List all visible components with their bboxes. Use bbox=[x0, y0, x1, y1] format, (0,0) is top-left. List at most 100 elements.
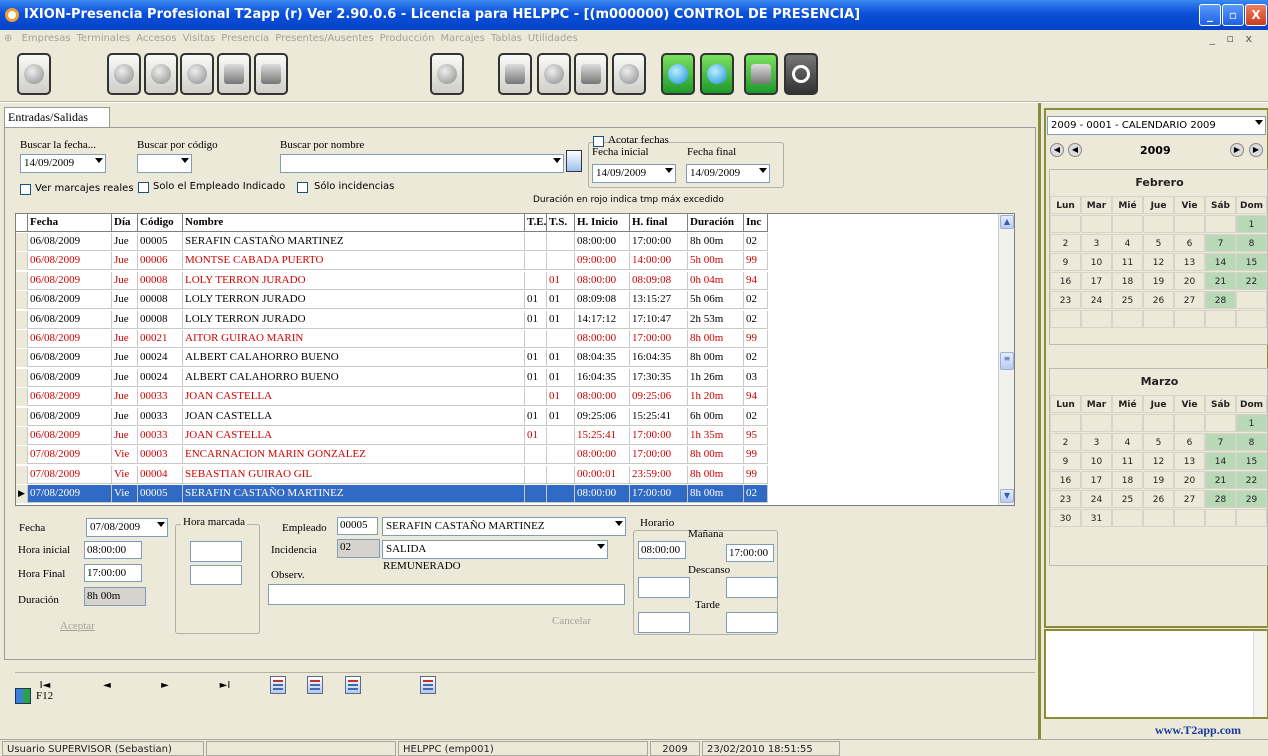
calendar-day[interactable]: 1 bbox=[1236, 414, 1267, 432]
hora-inicial-input[interactable]: 08:00:00 bbox=[84, 541, 142, 559]
calendar-day[interactable]: 29 bbox=[1236, 490, 1267, 508]
prev-year-icon[interactable]: ◀ bbox=[1050, 143, 1064, 157]
calendar-day[interactable]: 2 bbox=[1050, 234, 1081, 252]
calendar-day[interactable]: 21 bbox=[1205, 471, 1236, 489]
calendar-day[interactable]: 7 bbox=[1205, 234, 1236, 252]
tarde-inicio[interactable] bbox=[638, 612, 690, 633]
hora-final-input[interactable]: 17:00:00 bbox=[84, 564, 142, 582]
calendar-day[interactable]: 27 bbox=[1174, 291, 1205, 309]
grid-header-fecha[interactable]: Fecha bbox=[28, 214, 112, 232]
calendar-day[interactable]: 18 bbox=[1112, 471, 1143, 489]
toolbar-clock-button[interactable] bbox=[612, 53, 646, 95]
buscar-fecha-combo[interactable]: 14/09/2009 bbox=[20, 154, 106, 173]
calendar-day[interactable]: 25 bbox=[1112, 291, 1143, 309]
calendar-day[interactable]: 6 bbox=[1174, 234, 1205, 252]
solo-empleado-checkbox[interactable] bbox=[138, 182, 149, 193]
row-indicator[interactable]: ▶ bbox=[16, 485, 28, 504]
tarde-fin[interactable] bbox=[726, 612, 778, 633]
observ-input[interactable] bbox=[268, 584, 625, 605]
calendar-day[interactable]: 19 bbox=[1143, 471, 1174, 489]
calendar-day[interactable]: 3 bbox=[1081, 234, 1112, 252]
calendar-day[interactable]: 23 bbox=[1050, 291, 1081, 309]
calendar-day[interactable]: 22 bbox=[1236, 471, 1267, 489]
hora-marcada-input-2[interactable] bbox=[190, 565, 242, 585]
menu-app-icon[interactable]: ⊕ bbox=[4, 33, 12, 44]
buscar-codigo-combo[interactable] bbox=[137, 154, 192, 173]
table-row[interactable]: 07/08/2009 Vie 00003 ENCARNACION MARIN GONZ… bbox=[16, 446, 768, 465]
calendar-day[interactable]: 11 bbox=[1112, 253, 1143, 271]
row-indicator[interactable] bbox=[16, 446, 28, 465]
solo-incidencias-checkbox[interactable] bbox=[297, 182, 308, 193]
menu-item-4[interactable]: Presencia bbox=[221, 33, 269, 44]
row-indicator[interactable] bbox=[16, 271, 28, 290]
menu-item-2[interactable]: Accesos bbox=[136, 33, 176, 44]
manana-inicio[interactable]: 08:00:00 bbox=[638, 541, 686, 559]
calendar-day[interactable]: 22 bbox=[1236, 272, 1267, 290]
calendar-day[interactable]: 1 bbox=[1236, 215, 1267, 233]
calendar-day[interactable]: 3 bbox=[1081, 433, 1112, 451]
calendar-selector[interactable]: 2009 - 0001 - CALENDARIO 2009 bbox=[1047, 116, 1266, 135]
calendar-day[interactable]: 5 bbox=[1143, 433, 1174, 451]
calendar-day[interactable]: 28 bbox=[1205, 291, 1236, 309]
menu-item-0[interactable]: Empresas bbox=[22, 33, 71, 44]
calc-record-icon[interactable] bbox=[420, 676, 436, 694]
calendar-day[interactable]: 14 bbox=[1205, 452, 1236, 470]
calendar-day[interactable]: 17 bbox=[1081, 471, 1112, 489]
empleado-combo[interactable]: SERAFIN CASTAÑO MARTINEZ bbox=[382, 517, 626, 536]
scroll-up-icon[interactable]: ▲ bbox=[1000, 215, 1014, 229]
calendar-day[interactable]: 24 bbox=[1081, 490, 1112, 508]
calendar-day[interactable]: 13 bbox=[1174, 452, 1205, 470]
grid-header-inc[interactable]: Inc bbox=[744, 214, 768, 232]
calendar-day[interactable]: 10 bbox=[1081, 452, 1112, 470]
detail-fecha-combo[interactable]: 07/08/2009 bbox=[86, 518, 168, 537]
toolbar-person-button[interactable] bbox=[498, 53, 532, 95]
calendar-day[interactable]: 13 bbox=[1174, 253, 1205, 271]
nav-next-button[interactable]: ► bbox=[135, 677, 195, 695]
incidencia-combo[interactable]: SALIDA bbox=[382, 540, 608, 559]
calendar-day[interactable]: 9 bbox=[1050, 452, 1081, 470]
calendar-day[interactable]: 15 bbox=[1236, 253, 1267, 271]
table-row[interactable]: 06/08/2009 Jue 00008 LOLY TERRON JURADO 01 01… bbox=[16, 310, 768, 329]
calendar-day[interactable]: 19 bbox=[1143, 272, 1174, 290]
calendar-day[interactable]: 8 bbox=[1236, 234, 1267, 252]
calendar-day[interactable]: 10 bbox=[1081, 253, 1112, 271]
memo-scrollbar[interactable] bbox=[1253, 631, 1267, 717]
menu-item-6[interactable]: Producción bbox=[380, 33, 435, 44]
row-indicator[interactable] bbox=[16, 233, 28, 251]
calendar-day[interactable]: 23 bbox=[1050, 490, 1081, 508]
table-row[interactable]: 06/08/2009 Jue 00024 ALBERT CALAHORRO BUENO… bbox=[16, 368, 768, 387]
toolbar-globe-button[interactable] bbox=[430, 53, 464, 95]
toolbar-calendar-button[interactable] bbox=[574, 53, 608, 95]
calendar-day[interactable]: 26 bbox=[1143, 490, 1174, 508]
calendar-day[interactable]: 2 bbox=[1050, 433, 1081, 451]
toolbar-power-button[interactable] bbox=[784, 53, 818, 95]
table-row[interactable]: 06/08/2009 Jue 00021 AITOR GUIRAO MARIN 08:0… bbox=[16, 330, 768, 348]
toolbar-info-button[interactable] bbox=[144, 53, 178, 95]
toolbar-card-button[interactable] bbox=[217, 53, 251, 95]
table-row[interactable]: 06/08/2009 Jue 00033 JOAN CASTELLA 01 15:25:4… bbox=[16, 427, 768, 445]
table-row[interactable]: 06/08/2009 Jue 00008 LOLY TERRON JURADO 01 01… bbox=[16, 291, 768, 310]
calendar-day[interactable]: 16 bbox=[1050, 272, 1081, 290]
table-row[interactable]: 06/08/2009 Jue 00024 ALBERT CALAHORRO BUENO… bbox=[16, 349, 768, 368]
menu-item-8[interactable]: Tablas bbox=[491, 33, 522, 44]
table-row[interactable]: 06/08/2009 Jue 00033 JOAN CASTELLA 01 01 09:25… bbox=[16, 407, 768, 426]
grid-header-te[interactable]: T.E. bbox=[525, 214, 547, 232]
next-month-icon[interactable]: ▶ bbox=[1230, 143, 1244, 157]
grid-scrollbar[interactable]: ▲ ≡ ▼ bbox=[998, 214, 1014, 505]
calendar-day[interactable]: 18 bbox=[1112, 272, 1143, 290]
minimize-button[interactable]: _ bbox=[1199, 4, 1221, 26]
calendar-day[interactable]: 4 bbox=[1112, 234, 1143, 252]
calendar-day[interactable]: 7 bbox=[1205, 433, 1236, 451]
toolbar-settings-button[interactable] bbox=[180, 53, 214, 95]
grid-header-final[interactable]: H. final bbox=[630, 214, 688, 232]
calendar-day[interactable]: 12 bbox=[1143, 452, 1174, 470]
row-indicator[interactable] bbox=[16, 427, 28, 445]
menu-item-1[interactable]: Terminales bbox=[77, 33, 131, 44]
descanso-fin[interactable] bbox=[726, 577, 778, 598]
table-row[interactable]: ▶ 07/08/2009 Vie 00005 SERAFIN CASTAÑO MARTI… bbox=[16, 485, 768, 504]
grid-header-codigo[interactable]: Código bbox=[138, 214, 183, 232]
descanso-inicio[interactable] bbox=[638, 577, 690, 598]
nav-prev-button[interactable]: ◄ bbox=[77, 677, 137, 695]
empleado-code[interactable]: 00005 bbox=[337, 517, 378, 535]
calendar-day[interactable]: 20 bbox=[1174, 272, 1205, 290]
